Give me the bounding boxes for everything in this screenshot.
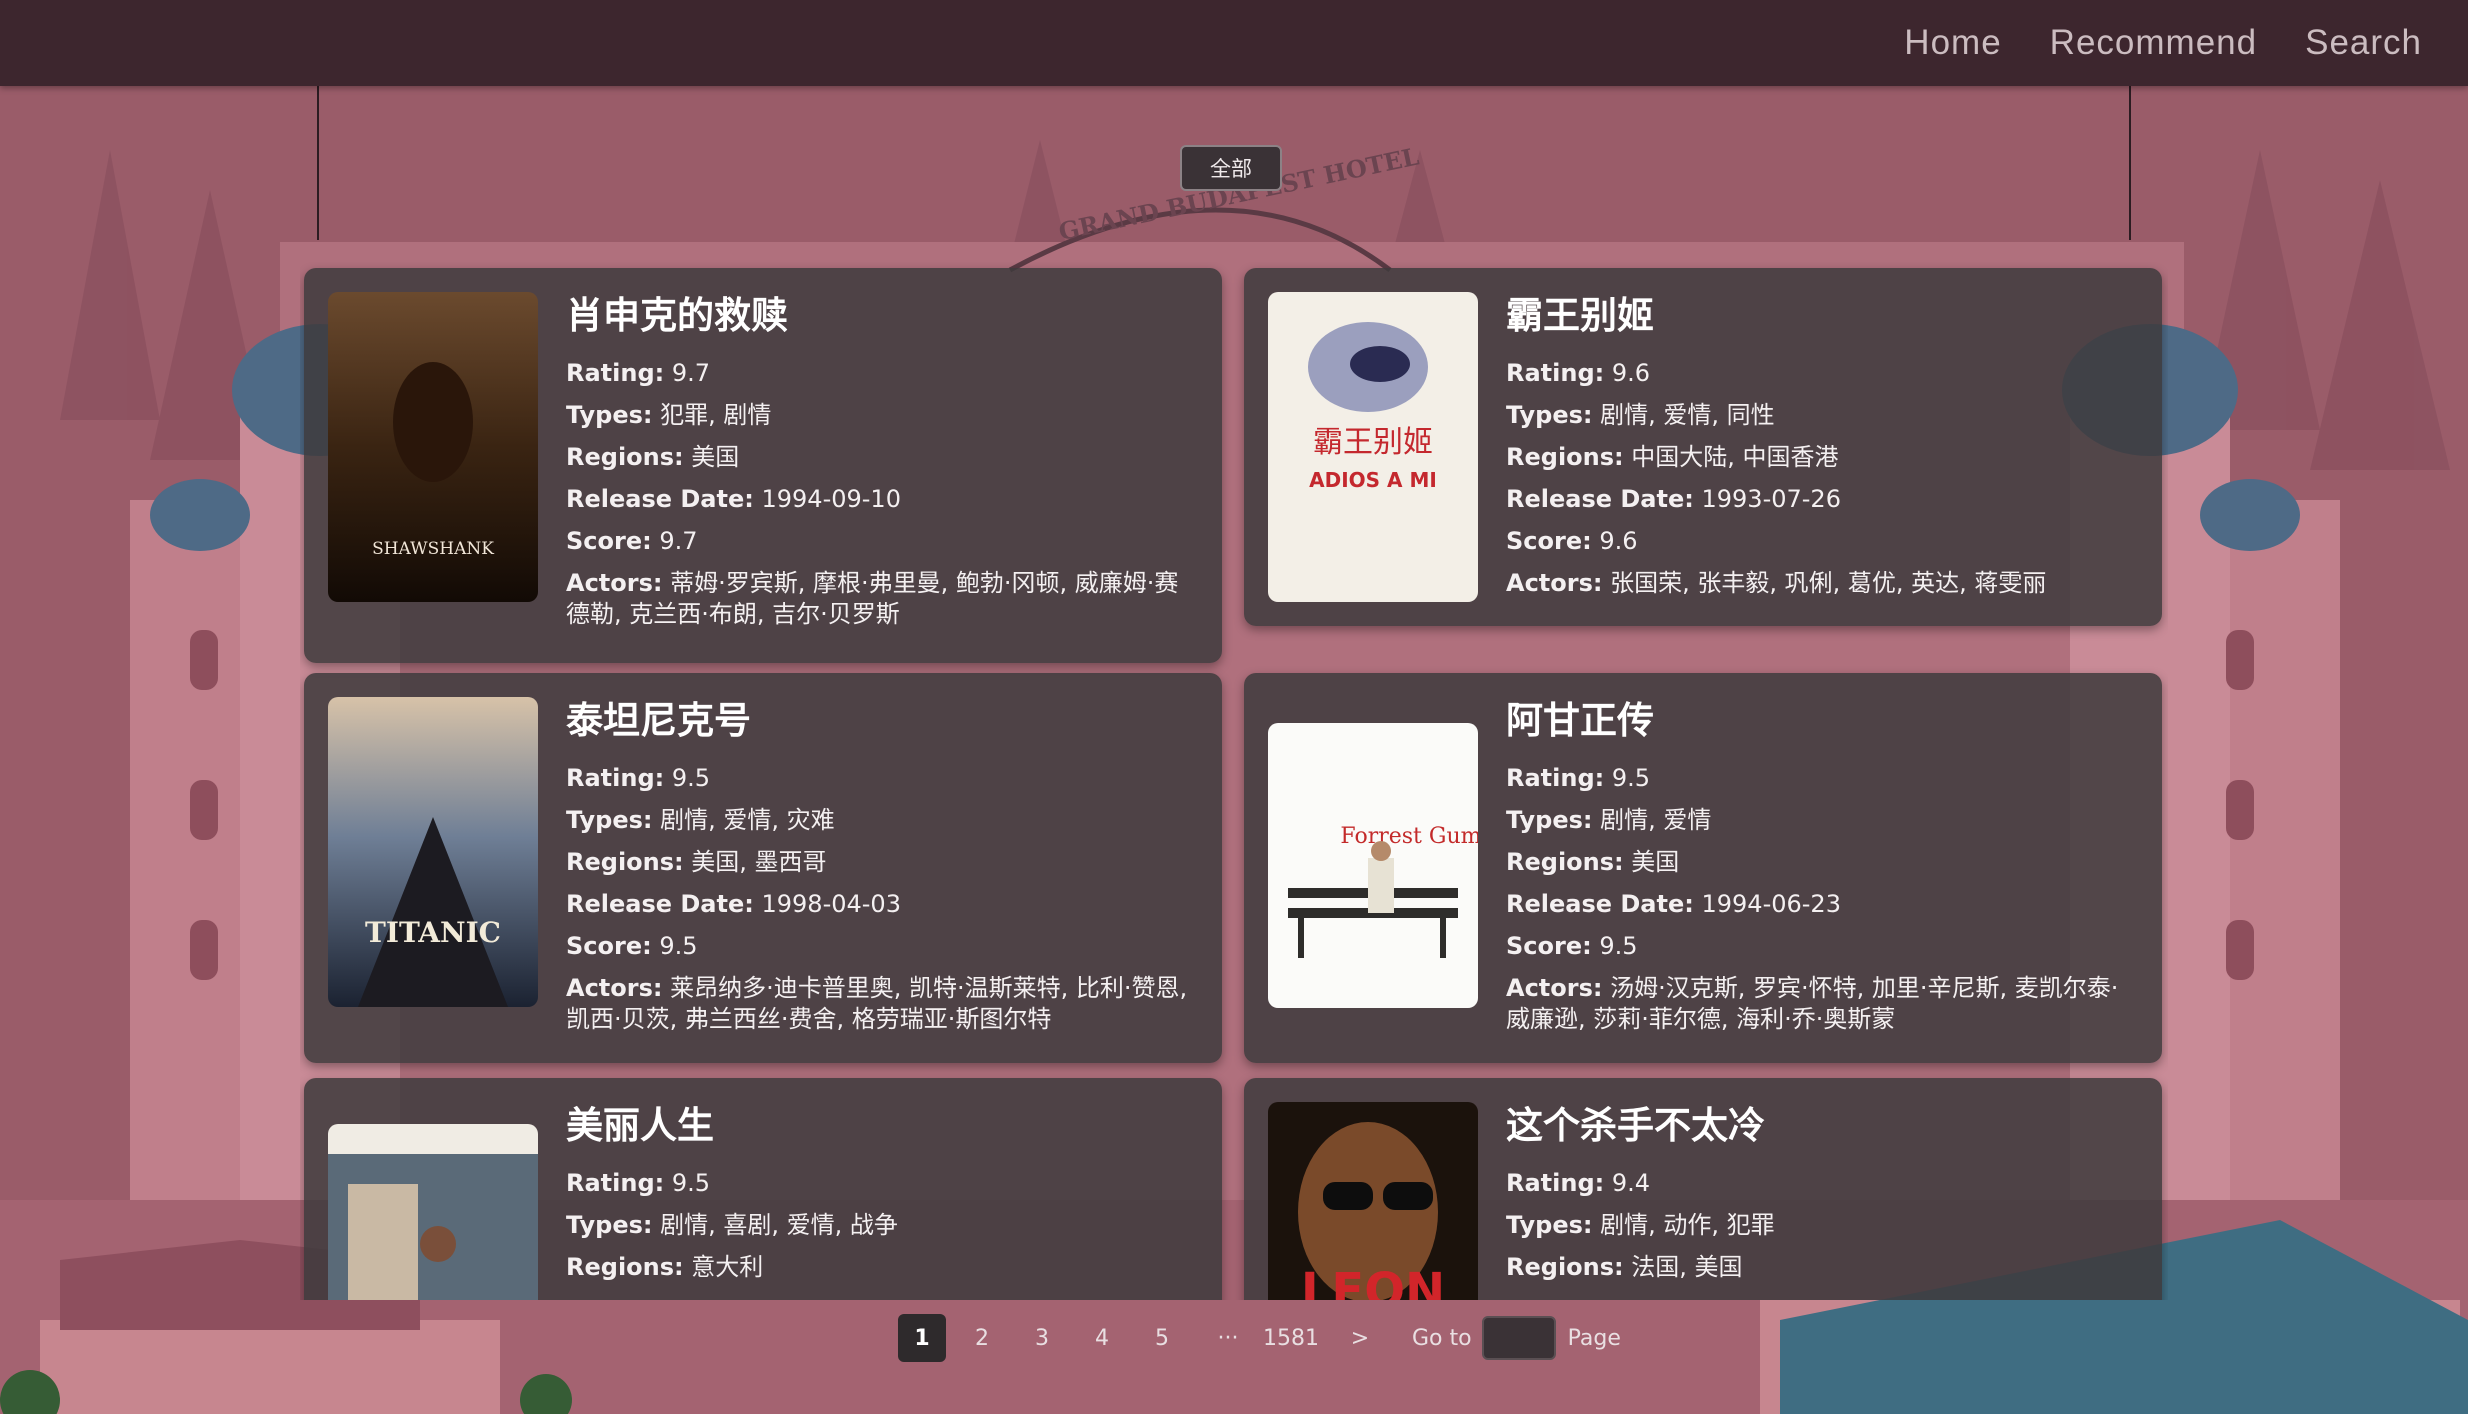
nav-search-link[interactable]: Search (2305, 23, 2422, 63)
movie-rating: Rating: 9.5 (1506, 764, 1651, 792)
filter-selected-value: 全部 (1210, 157, 1252, 181)
poster-title-text: SHAWSHANK (372, 539, 494, 559)
movie-title[interactable]: 阿甘正传 (1506, 699, 2140, 743)
movie-list: SHAWSHANK 肖申克的救赎 Rating: 9.7 Types: 犯罪, … (300, 262, 2168, 1300)
page-button-4[interactable]: 4 (1078, 1314, 1126, 1362)
movie-rating: Rating: 9.5 (566, 1169, 711, 1197)
pagination-ellipsis[interactable]: ··· (1198, 1326, 1258, 1351)
movie-types: Types: 剧情, 爱情 (1506, 806, 1712, 834)
movie-card[interactable]: 霸王别姬 ADIOS A MI 霸王别姬 Rating: 9.6 Types: … (1244, 268, 2162, 626)
movie-title[interactable]: 美丽人生 (566, 1104, 1200, 1148)
movie-actors: Actors: 张国荣, 张丰毅, 巩俐, 葛优, 英达, 蒋雯丽 (1506, 569, 2047, 597)
movie-release-date: Release Date: 1998-04-03 (566, 890, 901, 918)
movie-rating: Rating: 9.7 (566, 359, 711, 387)
poster-title-text: TITANIC (365, 916, 501, 949)
movie-rating: Rating: 9.5 (566, 764, 711, 792)
movie-poster[interactable]: 霸王别姬 ADIOS A MI (1268, 292, 1478, 602)
movie-release-date: Release Date: 1994-06-23 (1506, 890, 1841, 918)
next-page-button[interactable]: > (1336, 1314, 1384, 1362)
movie-poster[interactable]: LEON (1268, 1102, 1478, 1300)
movie-release-date: Release Date: 1993-07-26 (1506, 485, 1841, 513)
movie-regions: Regions: 意大利 (566, 1253, 764, 1281)
page-label: Page (1567, 1325, 1621, 1351)
movie-actors: Actors: 莱昂纳多·迪卡普里奥, 凯特·温斯莱特, 比利·赞恩, 凯西·贝… (566, 974, 1188, 1033)
movie-types: Types: 剧情, 动作, 犯罪 (1506, 1211, 1775, 1239)
movie-title[interactable]: 肖申克的救赎 (566, 294, 1200, 338)
movie-score: Score: 9.6 (1506, 527, 1638, 555)
movie-title[interactable]: 霸王别姬 (1506, 294, 2140, 338)
movie-release-date: Release Date: 1994-09-10 (566, 485, 901, 513)
movie-regions: Regions: 法国, 美国 (1506, 1253, 1743, 1281)
movie-poster[interactable]: SHAWSHANK (328, 292, 538, 602)
poster-title-text: ADIOS A MI (1309, 468, 1437, 492)
movie-score: Score: 9.5 (566, 932, 698, 960)
movie-actors: Actors: 汤姆·汉克斯, 罗宾·怀特, 加里·辛尼斯, 麦凯尔泰·威廉逊,… (1506, 974, 2119, 1033)
goto-label: Go to (1412, 1325, 1472, 1351)
poster-title-text: LEON (1301, 1263, 1445, 1300)
movie-regions: Regions: 美国 (1506, 848, 1680, 876)
nav-recommend-link[interactable]: Recommend (2050, 23, 2257, 63)
movie-card[interactable]: 美丽人生 Rating: 9.5 Types: 剧情, 喜剧, 爱情, 战争 R… (304, 1078, 1222, 1300)
top-navbar: Home Recommend Search (0, 0, 2468, 86)
movie-types: Types: 剧情, 爱情, 同性 (1506, 401, 1775, 429)
poster-title-text: Forrest Gump (1340, 824, 1478, 849)
page-button-3[interactable]: 3 (1018, 1314, 1066, 1362)
page-button-last[interactable]: 1581 (1258, 1314, 1324, 1362)
pagination: 1 2 3 4 5 ··· 1581 > Go to Page (898, 1314, 1621, 1362)
category-filter-select[interactable]: 全部 (1180, 145, 1282, 191)
movie-rating: Rating: 9.4 (1506, 1169, 1651, 1197)
movie-poster[interactable]: Forrest Gump (1268, 723, 1478, 1008)
page-button-1[interactable]: 1 (898, 1314, 946, 1362)
movie-regions: Regions: 中国大陆, 中国香港 (1506, 443, 1839, 471)
movie-card[interactable]: LEON 这个杀手不太冷 Rating: 9.4 Types: 剧情, 动作, … (1244, 1078, 2162, 1300)
movie-poster[interactable]: TITANIC (328, 697, 538, 1007)
page-button-2[interactable]: 2 (958, 1314, 1006, 1362)
movie-actors: Actors: 蒂姆·罗宾斯, 摩根·弗里曼, 鲍勃·冈顿, 威廉姆·赛德勒, … (566, 569, 1179, 628)
page-button-5[interactable]: 5 (1138, 1314, 1186, 1362)
movie-score: Score: 9.7 (566, 527, 698, 555)
svg-text:霸王别姬: 霸王别姬 (1313, 425, 1433, 460)
movie-poster[interactable] (328, 1124, 538, 1300)
movie-card[interactable]: TITANIC 泰坦尼克号 Rating: 9.5 Types: 剧情, 爱情,… (304, 673, 1222, 1063)
movie-types: Types: 剧情, 爱情, 灾难 (566, 806, 835, 834)
movie-card[interactable]: SHAWSHANK 肖申克的救赎 Rating: 9.7 Types: 犯罪, … (304, 268, 1222, 663)
movie-types: Types: 剧情, 喜剧, 爱情, 战争 (566, 1211, 898, 1239)
movie-card[interactable]: Forrest Gump 阿甘正传 Rating: 9.5 Types: 剧情,… (1244, 673, 2162, 1063)
main-nav: Home Recommend Search (1856, 0, 2422, 86)
movie-regions: Regions: 美国 (566, 443, 740, 471)
nav-home-link[interactable]: Home (1904, 23, 2001, 63)
goto-page-input[interactable] (1481, 1316, 1556, 1360)
movie-regions: Regions: 美国, 墨西哥 (566, 848, 827, 876)
movie-rating: Rating: 9.6 (1506, 359, 1651, 387)
movie-types: Types: 犯罪, 剧情 (566, 401, 772, 429)
movie-title[interactable]: 泰坦尼克号 (566, 699, 1200, 743)
movie-score: Score: 9.5 (1506, 932, 1638, 960)
movie-title[interactable]: 这个杀手不太冷 (1506, 1104, 2140, 1148)
